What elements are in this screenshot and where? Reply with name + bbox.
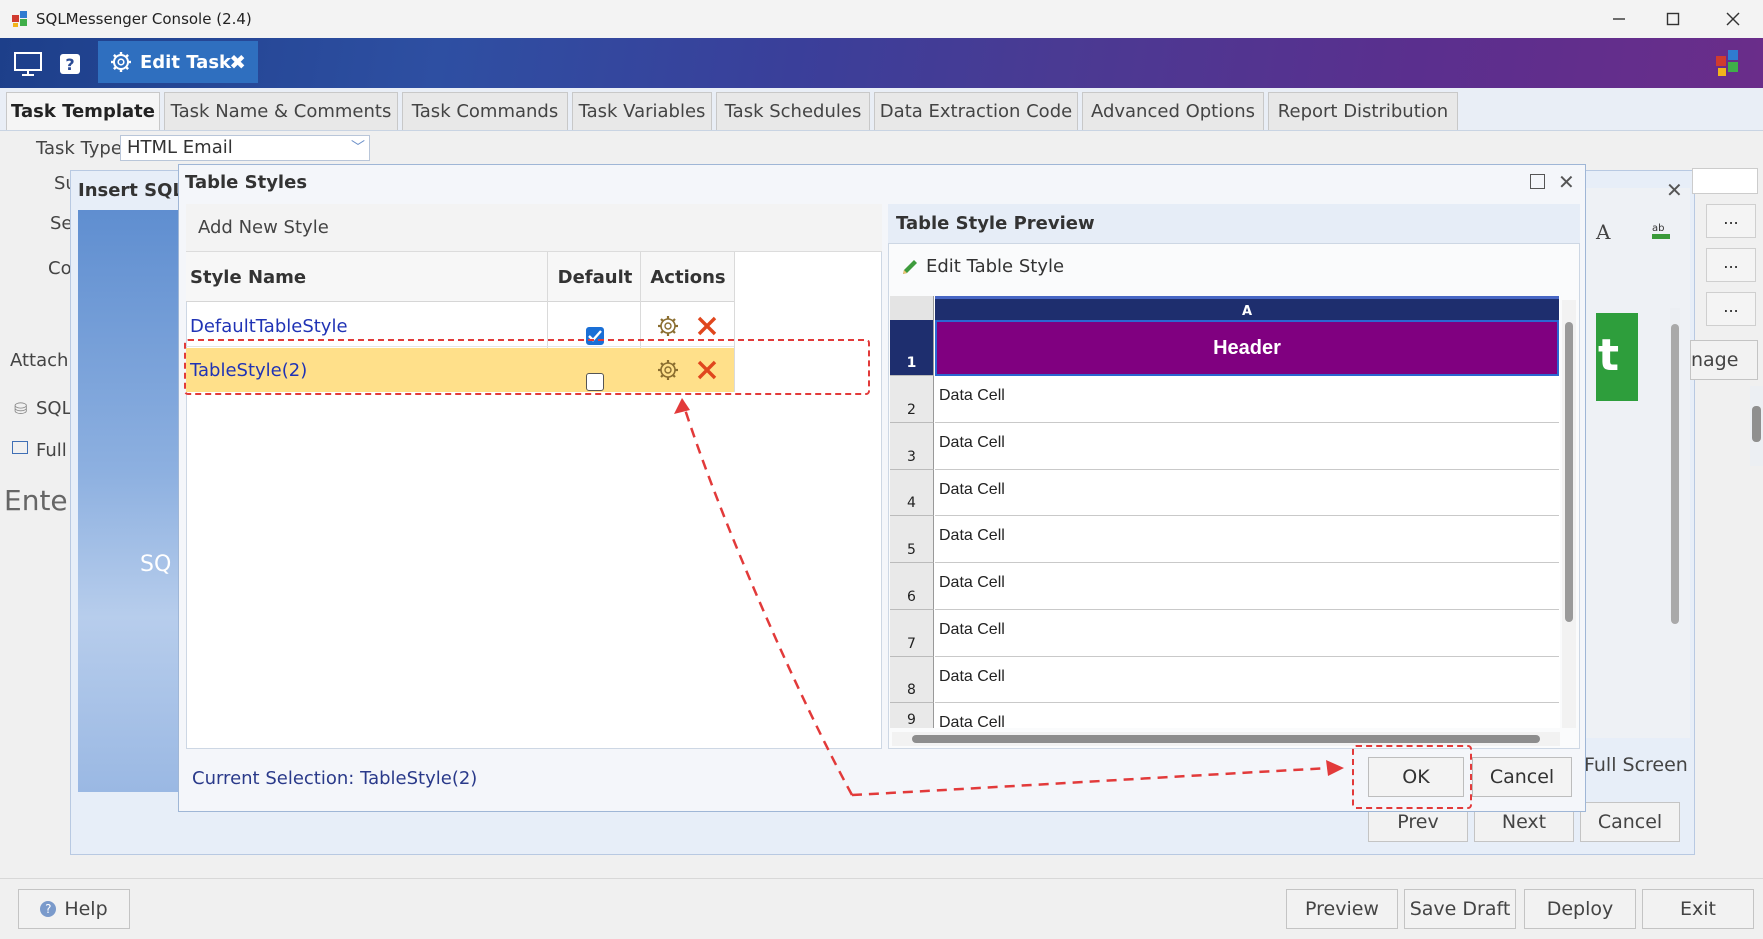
help-label: Help [64, 898, 108, 920]
preview-button[interactable]: Preview [1286, 889, 1398, 929]
annotation-arrow [674, 398, 1344, 797]
help-icon: ? [40, 901, 57, 917]
exit-button[interactable]: Exit [1642, 889, 1754, 929]
save-draft-button[interactable]: Save Draft [1404, 889, 1516, 929]
help-button[interactable]: ? Help [18, 889, 130, 929]
deploy-button[interactable]: Deploy [1524, 889, 1636, 929]
